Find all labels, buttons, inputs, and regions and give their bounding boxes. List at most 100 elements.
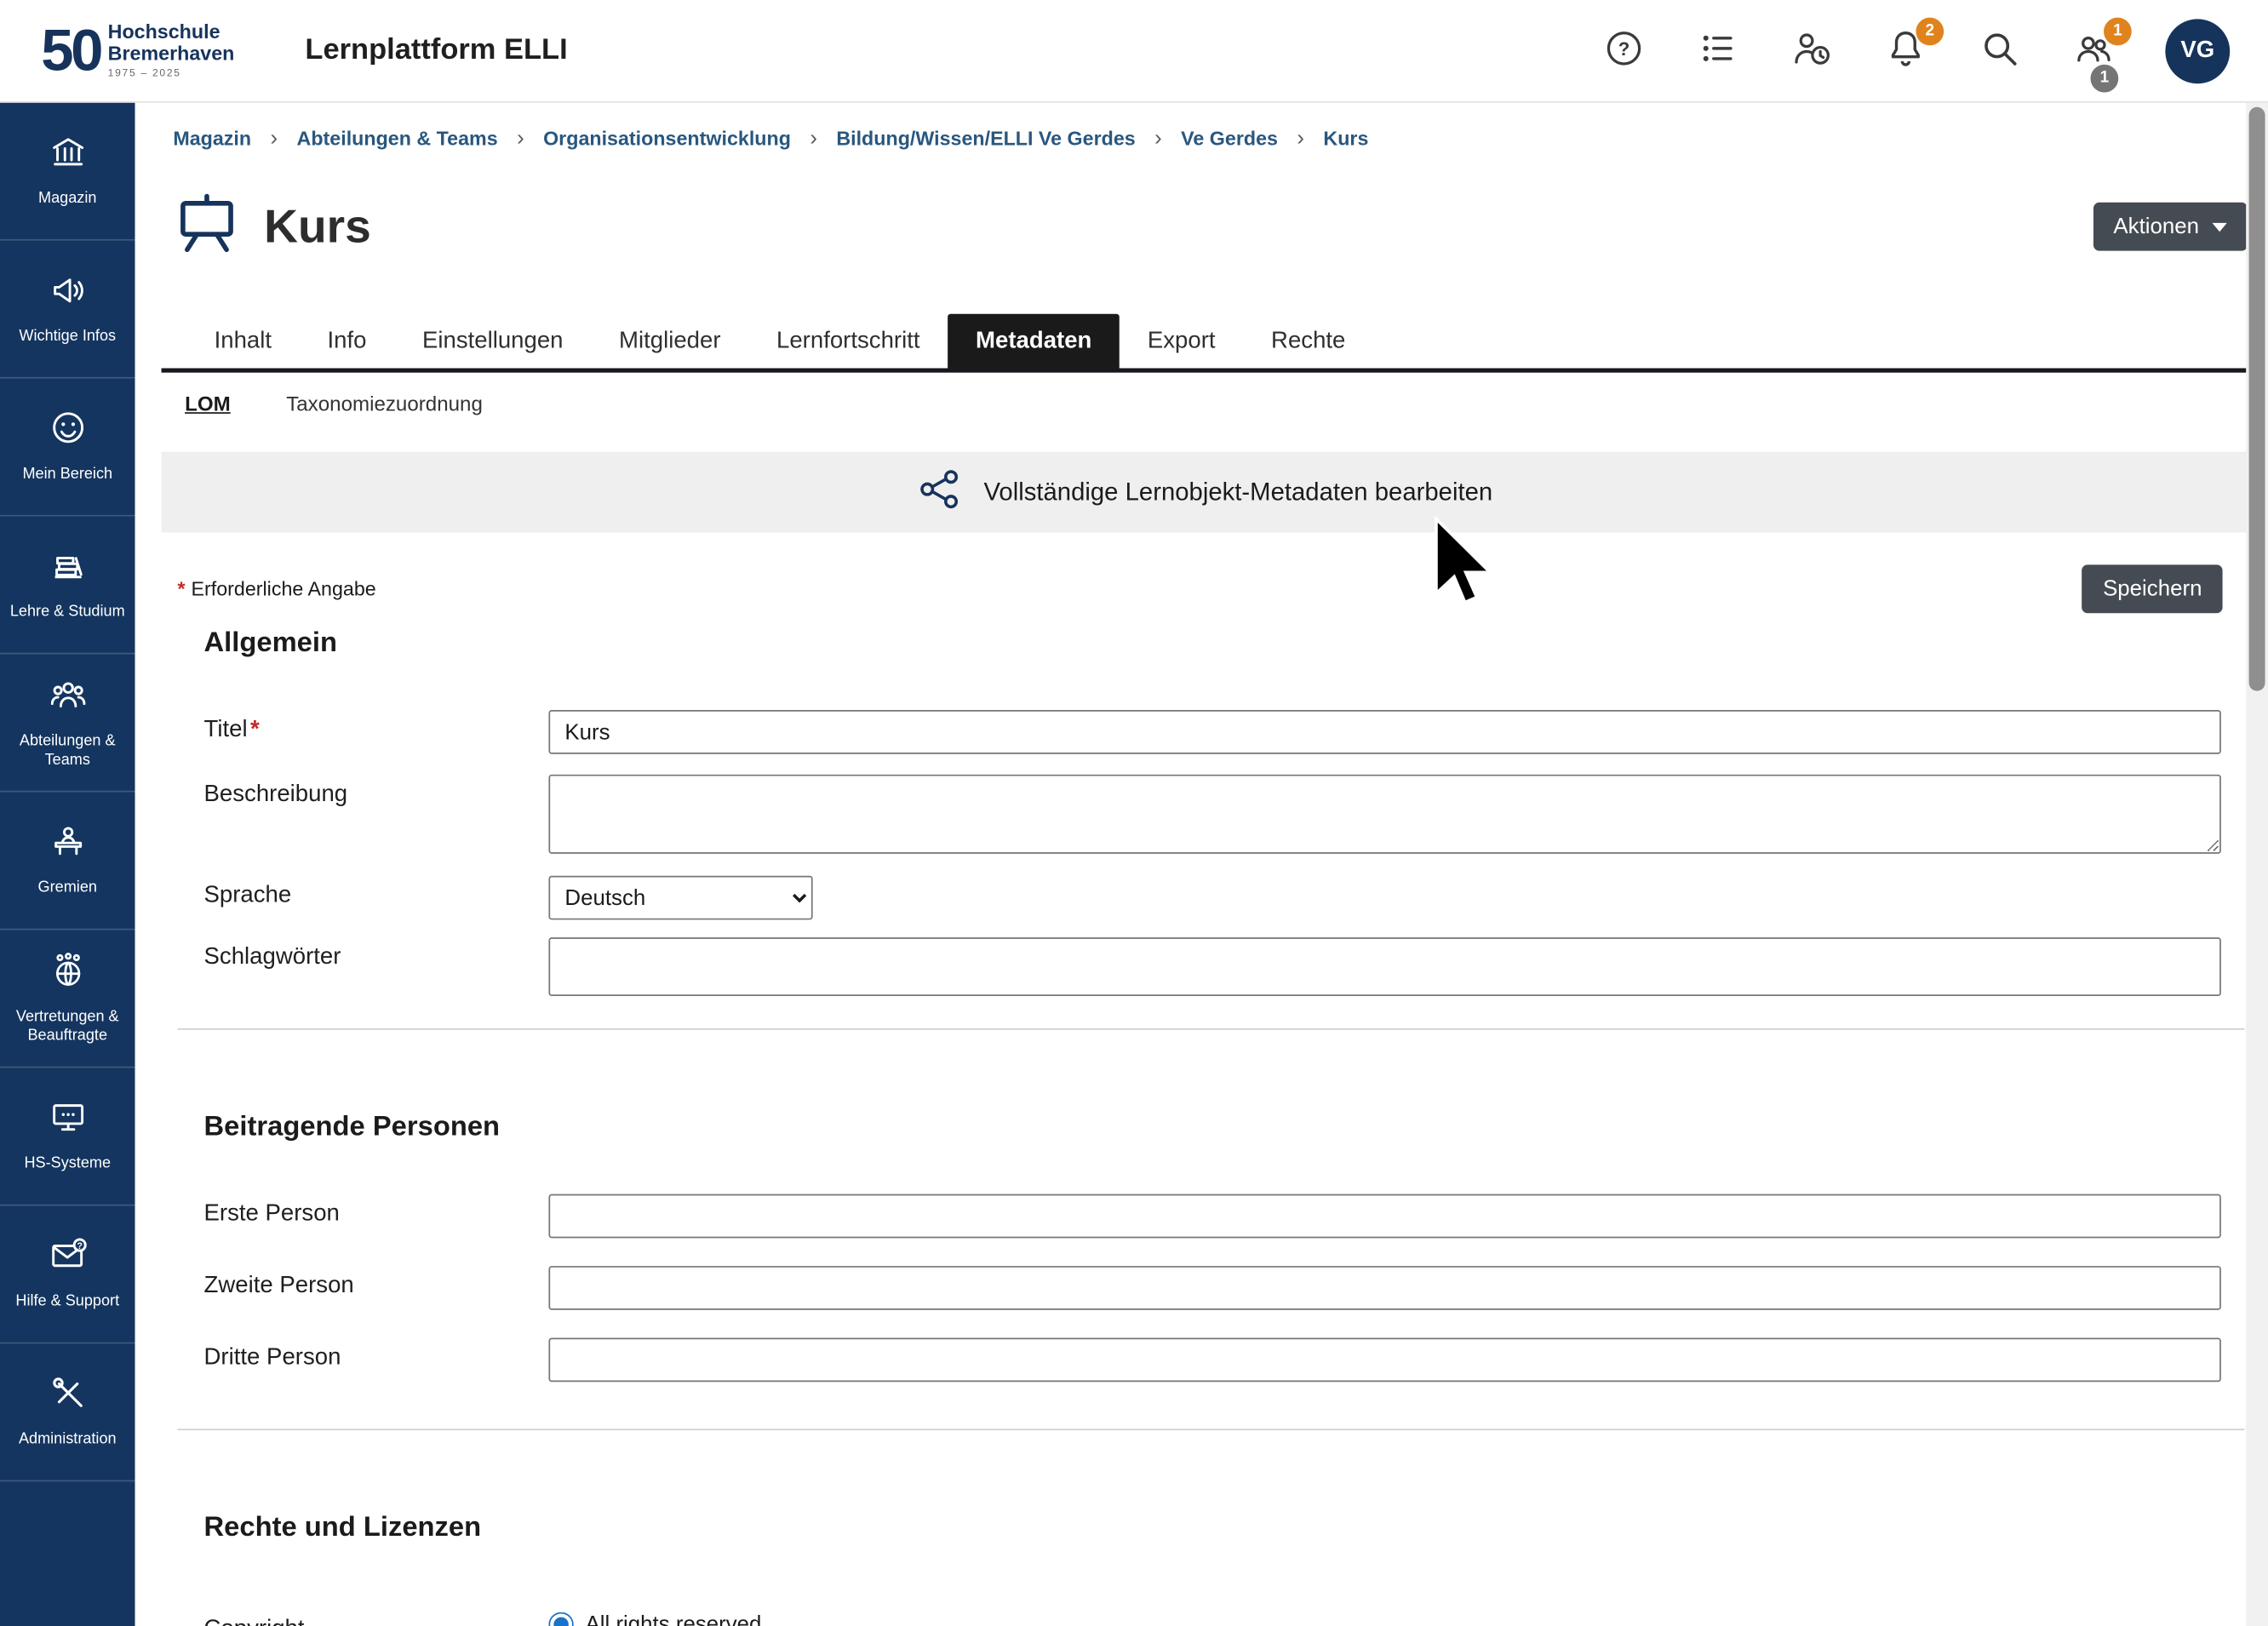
subtab-lom[interactable]: LOM [185,392,231,415]
sidebar-item-label: Administration [19,1431,117,1451]
zweite-person-label: Zweite Person [204,1266,549,1300]
contacts-badge-bottom: 1 [2091,64,2119,92]
sidebar-item-label: Wichtige Infos [19,328,116,347]
smiley-icon [48,409,88,455]
tab-bar: Inhalt Info Einstellungen Mitglieder Ler… [162,314,2248,373]
beschreibung-label: Beschreibung [204,775,549,809]
save-button[interactable]: Speichern [2082,564,2223,613]
tab-info[interactable]: Info [300,314,394,369]
scrollbar[interactable] [2246,103,2268,1626]
task-list-button[interactable] [1696,29,1740,73]
tab-lernfortschritt[interactable]: Lernfortschritt [748,314,948,369]
breadcrumb-link-abteilungen-teams[interactable]: Abteilungen & Teams [297,128,498,150]
breadcrumb-separator: › [271,126,278,151]
logo-years: 1975 – 2025 [108,68,235,79]
title-row: Kurs Aktionen [173,189,2248,264]
sidebar-item-wichtige-infos[interactable]: Wichtige Infos [0,241,135,379]
sidebar-item-label: Lehre & Studium [10,604,125,623]
search-icon [1979,28,2020,73]
form-row-zweite-person: Zweite Person [204,1266,2259,1310]
tab-einstellungen[interactable]: Einstellungen [394,314,591,369]
sidebar-item-mein-bereich[interactable]: Mein Bereich [0,379,135,517]
form-row-titel: Titel* [204,710,2259,754]
app-title: Lernplattform ELLI [305,34,567,68]
required-asterisk: * [178,578,186,600]
sidebar-item-hilfe-support[interactable]: ? Hilfe & Support [0,1205,135,1343]
breadcrumb-link-bildung-wissen[interactable]: Bildung/Wissen/ELLI Ve Gerdes [836,128,1135,150]
schlagwoerter-label: Schlagwörter [204,937,549,971]
form-row-copyright: Copyright All rights reserved [204,1609,2259,1626]
breadcrumb: Magazin › Abteilungen & Teams › Organisa… [173,126,2259,151]
sidebar-item-gremien[interactable]: Gremien [0,793,135,930]
breadcrumb-separator: › [1297,126,1304,151]
help-icon: ? [1603,28,1644,73]
mail-help-icon: ? [48,1236,88,1283]
breadcrumb-link-ve-gerdes[interactable]: Ve Gerdes [1181,128,1278,150]
svg-text:?: ? [1618,38,1630,60]
schlagwoerter-input[interactable] [548,937,2220,996]
contacts-badge-top: 1 [2104,17,2132,45]
sidebar-item-hs-systeme[interactable]: HS-Systeme [0,1068,135,1205]
sidebar-item-vertretungen-beauftragte[interactable]: Vertretungen & Beauftragte [0,930,135,1068]
breadcrumb-link-organisationsentwicklung[interactable]: Organisationsentwicklung [543,128,791,150]
sidebar-item-label: Vertretungen & Beauftragte [4,1008,130,1046]
hs-bremerhaven-logo[interactable]: 50 Hochschule Bremerhaven 1975 – 2025 [0,21,278,80]
search-button[interactable] [1978,29,2022,73]
people-icon [48,674,88,721]
breadcrumb-separator: › [810,126,817,151]
help-button[interactable]: ? [1602,29,1647,73]
breadcrumb-separator: › [1154,126,1162,151]
sprache-select[interactable]: Deutsch [548,876,812,920]
user-activity-button[interactable] [1790,29,1834,73]
sidebar-item-administration[interactable]: Administration [0,1343,135,1481]
sidebar-item-label: Gremien [38,879,97,899]
section-title-allgemein: Allgemein [204,628,2259,661]
dritte-person-input[interactable] [548,1338,2220,1383]
edit-full-metadata-banner[interactable]: Vollständige Lernobjekt-Metadaten bearbe… [162,452,2248,533]
chevron-down-icon [2213,222,2227,231]
copyright-option-label: All rights reserved [586,1612,762,1626]
section-divider [178,1428,2245,1430]
header: 50 Hochschule Bremerhaven 1975 – 2025 Le… [0,0,2268,103]
tab-rechte[interactable]: Rechte [1243,314,1373,369]
sidebar-item-label: Abteilungen & Teams [4,732,130,770]
section-divider [178,1028,2245,1030]
section-title-beitragende: Beitragende Personen [204,1112,2259,1144]
list-icon [1698,28,1738,73]
copyright-radio-all-rights-reserved[interactable] [548,1612,573,1626]
edit-full-metadata-label: Vollständige Lernobjekt-Metadaten bearbe… [983,478,1492,507]
actions-button[interactable]: Aktionen [2093,203,2248,251]
tools-icon [48,1374,88,1421]
sidebar-item-magazin[interactable]: Magazin [0,103,135,241]
breadcrumb-link-kurs[interactable]: Kurs [1323,128,1368,150]
metadata-graph-icon [916,466,961,518]
contacts-button[interactable]: 1 1 [2071,29,2116,73]
avatar[interactable]: VG [2165,19,2230,83]
section-title-rechte-lizenzen: Rechte und Lizenzen [204,1513,2259,1545]
logo-text: Hochschule Bremerhaven 1975 – 2025 [108,22,235,80]
subtab-taxonomiezuordnung[interactable]: Taxonomiezuordnung [286,392,483,415]
svg-text:?: ? [77,1242,83,1252]
sprache-label: Sprache [204,876,549,910]
scrollbar-thumb[interactable] [2249,107,2265,691]
main-content: Magazin › Abteilungen & Teams › Organisa… [135,103,2259,1626]
tab-mitglieder[interactable]: Mitglieder [591,314,748,369]
page-title: Kurs [264,199,371,254]
tab-inhalt[interactable]: Inhalt [186,314,300,369]
zweite-person-input[interactable] [548,1266,2220,1310]
titel-input[interactable] [548,710,2220,754]
sidebar-item-lehre-studium[interactable]: Lehre & Studium [0,517,135,655]
meeting-icon [48,822,88,869]
required-asterisk: * [250,718,260,742]
breadcrumb-link-magazin[interactable]: Magazin [173,128,251,150]
tab-export[interactable]: Export [1120,314,1243,369]
erste-person-input[interactable] [548,1194,2220,1239]
notifications-button[interactable]: 2 [1884,29,1928,73]
sidebar-item-label: Magazin [38,190,96,209]
tab-metadaten[interactable]: Metadaten [948,314,1120,369]
subtab-bar: LOM Taxonomiezuordnung [185,392,2259,415]
logo-line2: Bremerhaven [108,43,235,66]
form-row-erste-person: Erste Person [204,1194,2259,1239]
beschreibung-textarea[interactable] [548,775,2220,854]
sidebar-item-abteilungen-teams[interactable]: Abteilungen & Teams [0,655,135,793]
